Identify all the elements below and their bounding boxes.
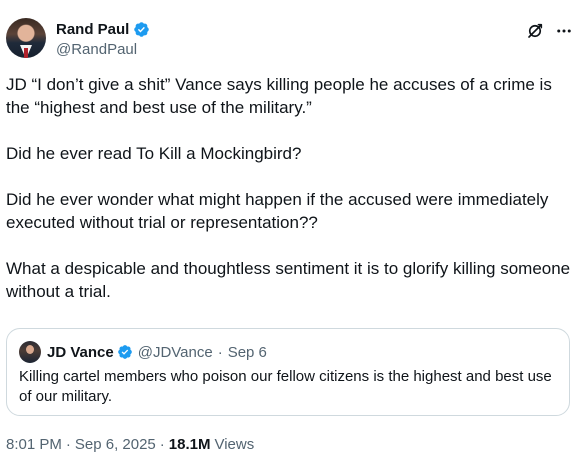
views-count: 18.1M — [168, 436, 211, 453]
quote-verified-badge-icon — [117, 345, 132, 359]
quoted-tweet[interactable]: JD Vance @JDVance · Sep 6 Killing cartel… — [6, 328, 570, 416]
meta-separator: · — [65, 436, 71, 453]
author-display-name[interactable]: Rand Paul — [56, 20, 129, 39]
verified-badge-icon — [134, 22, 150, 37]
tweet-text: JD “I don’t give a shit” Vance says kill… — [6, 75, 571, 301]
tweet-date[interactable]: Sep 6, 2025 — [75, 436, 156, 453]
quote-author-handle[interactable]: @JDVance — [138, 344, 213, 361]
quote-text: Killing cartel members who poison our fe… — [19, 368, 552, 405]
more-icon[interactable] — [554, 22, 574, 40]
author-handle[interactable]: @RandPaul — [56, 40, 150, 59]
quote-author-name[interactable]: JD Vance — [47, 344, 114, 361]
quote-author-avatar[interactable] — [19, 341, 41, 363]
tweet-meta: 8:01 PM · Sep 6, 2025 · 18.1M Views — [6, 436, 254, 453]
author-avatar[interactable] — [6, 18, 46, 58]
author-block: Rand Paul @RandPaul — [56, 20, 150, 59]
quote-separator: · — [217, 343, 223, 361]
meta-separator-2: · — [159, 436, 165, 453]
tweet-time[interactable]: 8:01 PM — [6, 436, 62, 453]
quote-header: JD Vance @JDVance · Sep 6 — [47, 341, 267, 363]
quote-date[interactable]: Sep 6 — [228, 344, 267, 361]
views-label: Views — [214, 436, 255, 453]
grok-icon[interactable] — [526, 22, 544, 40]
